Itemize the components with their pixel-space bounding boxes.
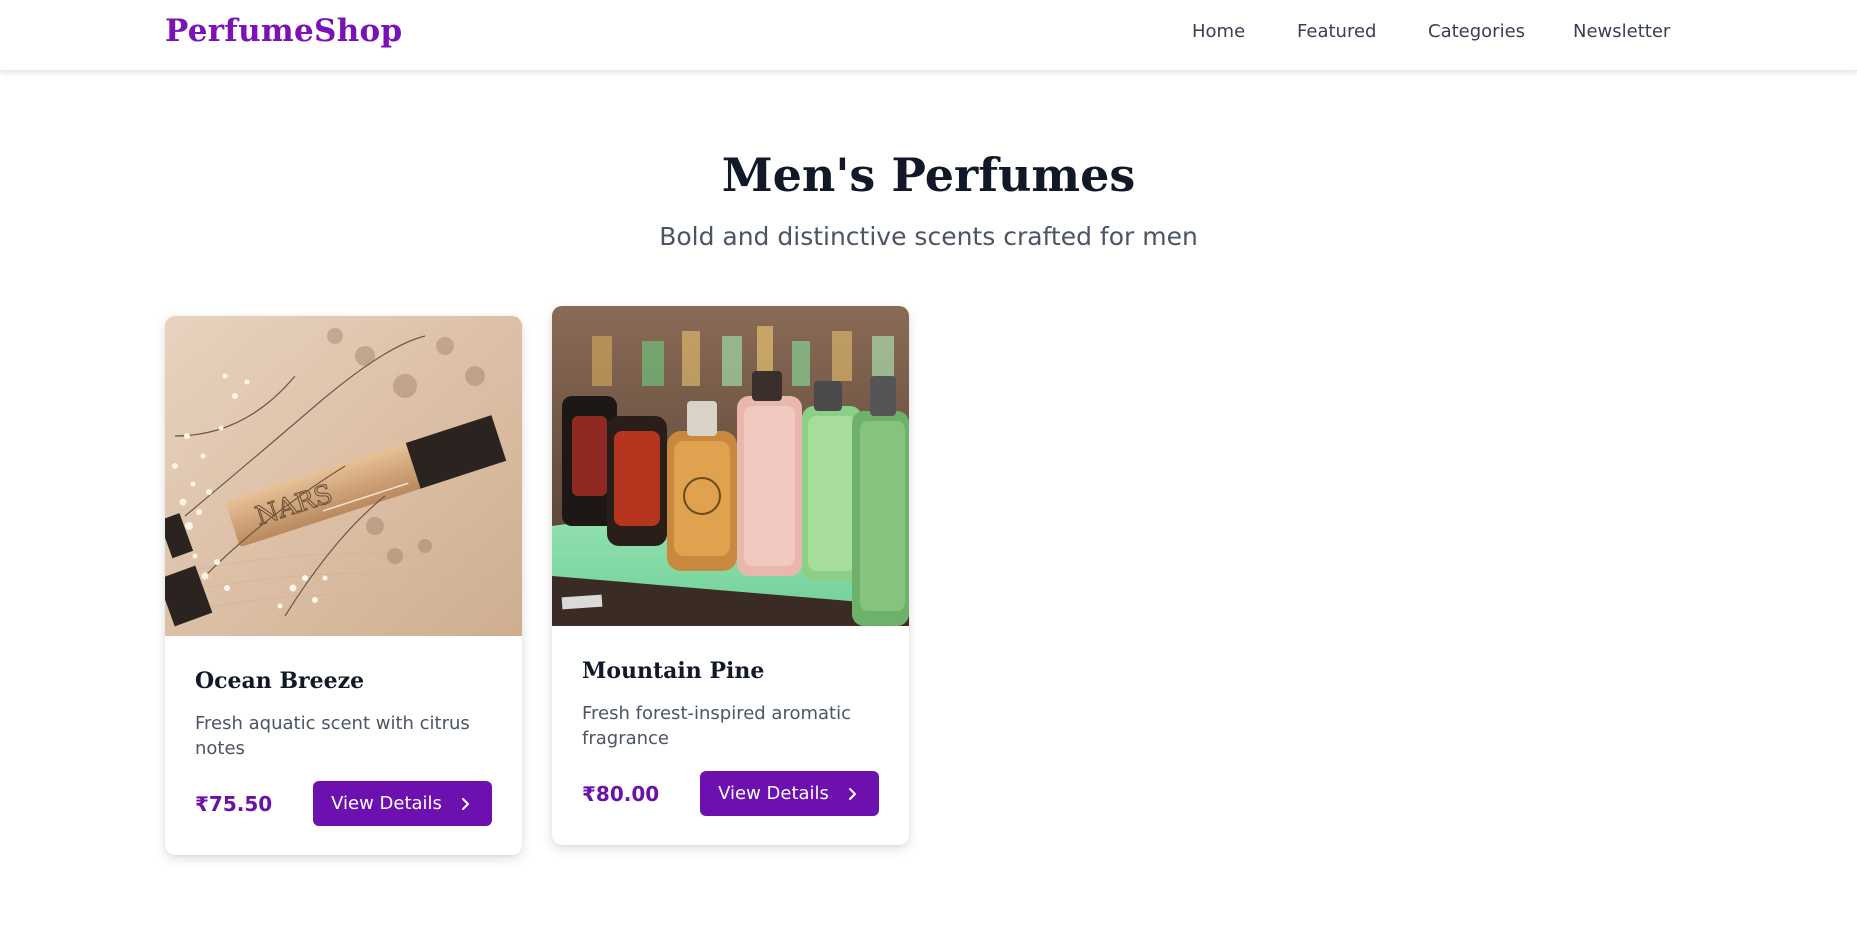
nav-link-featured[interactable]: Featured xyxy=(1297,21,1376,42)
product-card: Mountain Pine Fresh forest-inspired arom… xyxy=(552,306,909,845)
view-details-button[interactable]: View Details xyxy=(700,771,879,816)
top-navbar: PerfumeShop Home Featured Categories New… xyxy=(0,0,1857,71)
page-title: Men's Perfumes xyxy=(721,148,1136,202)
product-price: ₹80.00 xyxy=(582,782,660,806)
product-price: ₹75.50 xyxy=(195,792,273,816)
nav-link-newsletter[interactable]: Newsletter xyxy=(1573,21,1670,42)
view-details-label: View Details xyxy=(718,783,829,804)
page-subtitle: Bold and distinctive scents crafted for … xyxy=(659,222,1198,251)
chevron-right-icon xyxy=(843,785,861,803)
product-card: NARS Ocean Breeze Fresh aquatic scent wi… xyxy=(165,316,522,855)
view-details-button[interactable]: View Details xyxy=(313,781,492,826)
product-description: Fresh forest-inspired aromatic fragrance xyxy=(582,703,851,749)
product-image[interactable]: NARS xyxy=(165,316,522,636)
nav-link-categories[interactable]: Categories xyxy=(1428,21,1525,42)
product-description: Fresh aquatic scent with citrus notes xyxy=(195,713,470,759)
view-details-label: View Details xyxy=(331,793,442,814)
product-title: Mountain Pine xyxy=(582,658,765,684)
main-nav: Home Featured Categories Newsletter xyxy=(0,21,1857,51)
nav-link-home[interactable]: Home xyxy=(1192,21,1245,42)
chevron-right-icon xyxy=(456,795,474,813)
product-image[interactable] xyxy=(552,306,909,626)
product-title: Ocean Breeze xyxy=(195,668,365,694)
